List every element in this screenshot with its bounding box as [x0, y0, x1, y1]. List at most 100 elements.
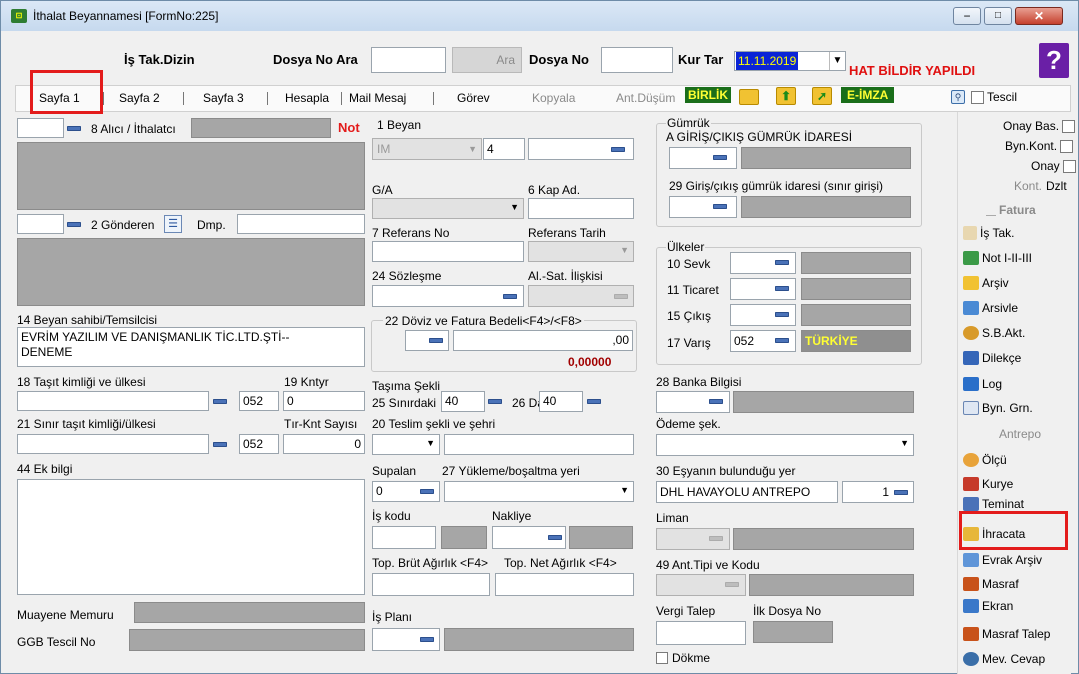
chevron-down-icon[interactable]: ▼ — [620, 485, 629, 495]
dmp-input[interactable] — [237, 214, 365, 234]
byn-kont-checkbox[interactable]: Byn.Kont. — [1005, 139, 1074, 153]
nakliye-lookup-button[interactable] — [546, 529, 564, 545]
teminat-button[interactable]: Teminat — [963, 497, 1024, 511]
yukleme-select[interactable]: ▼ — [444, 481, 634, 502]
chevron-down-icon[interactable]: ▼ — [510, 202, 519, 212]
masraf-button[interactable]: Masraf — [963, 573, 1019, 595]
is-kodu-input[interactable] — [372, 526, 436, 549]
referans-input[interactable] — [372, 241, 524, 262]
mev-cevap-button[interactable]: Mev. Cevap — [963, 648, 1045, 670]
dosya-no-input[interactable] — [601, 47, 673, 73]
tab-sayfa-3[interactable]: Sayfa 3 — [203, 89, 244, 107]
supalan-lookup-button[interactable] — [418, 483, 436, 499]
onay-bas-checkbox[interactable]: Onay Bas. — [1003, 119, 1076, 133]
teslim-select[interactable]: ▼ — [372, 434, 440, 455]
dzlt-label[interactable]: Dzlt — [1046, 179, 1067, 193]
brut-input[interactable] — [372, 573, 490, 596]
beyan-num-input[interactable]: 4 — [483, 138, 525, 160]
al-sat-lookup-button[interactable] — [612, 288, 630, 304]
byn-grn-button[interactable]: Byn. Grn. — [963, 397, 1033, 419]
kont-label[interactable]: Kont. — [1014, 179, 1042, 193]
ek-bilgi-textarea[interactable] — [17, 479, 365, 595]
ref-tarih-input[interactable]: ▼ — [528, 241, 634, 262]
help-icon[interactable]: ? — [1039, 43, 1069, 78]
kur-tar-select[interactable]: 11.11.2019 ▼ — [734, 51, 846, 71]
tab-gorev[interactable]: Görev — [457, 89, 490, 107]
birlik-button[interactable]: BİRLİK — [685, 87, 731, 103]
dokme-checkbox[interactable]: Dökme — [656, 651, 710, 665]
esya-lookup-button[interactable] — [892, 484, 910, 500]
search-icon[interactable]: ⚲ — [951, 90, 965, 104]
gonderen-code-input[interactable] — [17, 214, 64, 234]
kap-input[interactable] — [528, 198, 634, 219]
chevron-down-icon[interactable]: ▼ — [426, 438, 435, 448]
tab-mail-mesaj[interactable]: Mail Mesaj — [349, 89, 406, 107]
sb-akt-button[interactable]: S.B.Akt. — [963, 322, 1025, 344]
chevron-down-icon[interactable]: ▼ — [829, 52, 845, 70]
folder-up-icon[interactable]: ⬆ — [776, 87, 796, 105]
liman-lookup-button[interactable] — [707, 530, 725, 546]
evrak-arsiv-button[interactable]: Evrak Arşiv — [963, 549, 1042, 571]
is-tak-dizin-label[interactable]: İş Tak.Dizin — [124, 53, 195, 67]
sinir-input[interactable] — [17, 434, 209, 454]
alici-lookup-button[interactable] — [65, 120, 83, 136]
not-button[interactable]: Not I-II-III — [963, 247, 1032, 269]
doviz-lookup-button[interactable] — [427, 332, 445, 348]
ant-tipi-lookup-button[interactable] — [723, 576, 741, 592]
dahili-input[interactable]: 40 — [539, 391, 583, 412]
ekran-button[interactable]: Ekran — [963, 595, 1013, 617]
checkbox-icon[interactable] — [1062, 159, 1076, 173]
tasit-lookup-button[interactable] — [211, 393, 229, 409]
tab-kopyala[interactable]: Kopyala — [532, 89, 575, 107]
chevron-down-icon[interactable]: ▼ — [620, 245, 629, 255]
minimize-button[interactable]: − — [953, 7, 981, 25]
sozlesme-lookup-button[interactable] — [501, 288, 519, 304]
ticaret-lookup-button[interactable] — [773, 280, 791, 296]
checkbox-icon[interactable] — [656, 652, 668, 664]
is-tak-button[interactable]: İş Tak. — [963, 222, 1014, 244]
tab-hesapla[interactable]: Hesapla — [285, 89, 329, 107]
checkbox-icon[interactable] — [1062, 119, 1076, 133]
chevron-down-icon[interactable]: ▼ — [900, 438, 909, 448]
masraf-talep-button[interactable]: Masraf Talep — [963, 623, 1050, 645]
kurye-button[interactable]: Kurye — [963, 473, 1013, 495]
log-button[interactable]: Log — [963, 373, 1002, 395]
banka-lookup-button[interactable] — [707, 393, 725, 409]
fatura-button[interactable]: Fatura — [986, 199, 1036, 221]
e-imza-button[interactable]: E-İMZA — [841, 87, 895, 103]
arsiv-button[interactable]: Arşiv — [963, 272, 1009, 294]
dosya-no-ara-input[interactable] — [371, 47, 446, 73]
maximize-button[interactable]: □ — [984, 7, 1012, 25]
folder-open-icon[interactable] — [739, 89, 759, 105]
varis-lookup-button[interactable] — [773, 332, 791, 348]
not-label[interactable]: Not — [338, 121, 360, 135]
alici-code-input[interactable] — [17, 118, 64, 138]
tasit-country-code[interactable]: 052 — [239, 391, 279, 411]
olcu-button[interactable]: Ölçü — [963, 449, 1007, 471]
odeme-select[interactable]: ▼ — [656, 434, 914, 456]
folder-export-icon[interactable]: ➚ — [812, 87, 832, 105]
ga-select[interactable]: ▼ — [372, 198, 524, 219]
checkbox-icon[interactable] — [1060, 139, 1074, 153]
list-icon[interactable]: ☰ — [164, 215, 182, 233]
tab-ant-dusum[interactable]: Ant.Düşüm — [616, 89, 675, 107]
doviz-amount-input[interactable]: ,00 — [453, 330, 633, 351]
dilekce-button[interactable]: Dilekçe — [963, 347, 1021, 369]
tasit-input[interactable] — [17, 391, 209, 411]
antrepo-button[interactable]: Antrepo — [999, 423, 1041, 445]
chevron-down-icon[interactable]: ▼ — [468, 139, 477, 159]
tab-sayfa-2[interactable]: Sayfa 2 — [119, 89, 160, 107]
giris-29-lookup-button[interactable] — [711, 198, 729, 214]
beyan-sahibi-field[interactable]: EVRİM YAZILIM VE DANIŞMANLIK TİC.LTD.ŞTİ… — [17, 327, 365, 367]
sinirdaki-lookup-button[interactable] — [486, 393, 504, 409]
close-button[interactable]: ✕ — [1015, 7, 1063, 25]
onay-checkbox[interactable]: Onay — [1031, 159, 1076, 173]
arsivle-button[interactable]: Arsivle — [963, 297, 1018, 319]
tir-input[interactable]: 0 — [283, 434, 365, 454]
checkbox-icon[interactable] — [971, 90, 984, 104]
sinirdaki-input[interactable]: 40 — [441, 391, 485, 412]
kntyr-input[interactable]: 0 — [283, 391, 365, 411]
is-plani-lookup-button[interactable] — [418, 631, 436, 647]
net-input[interactable] — [495, 573, 634, 596]
beyan-lookup-button[interactable] — [609, 141, 627, 157]
